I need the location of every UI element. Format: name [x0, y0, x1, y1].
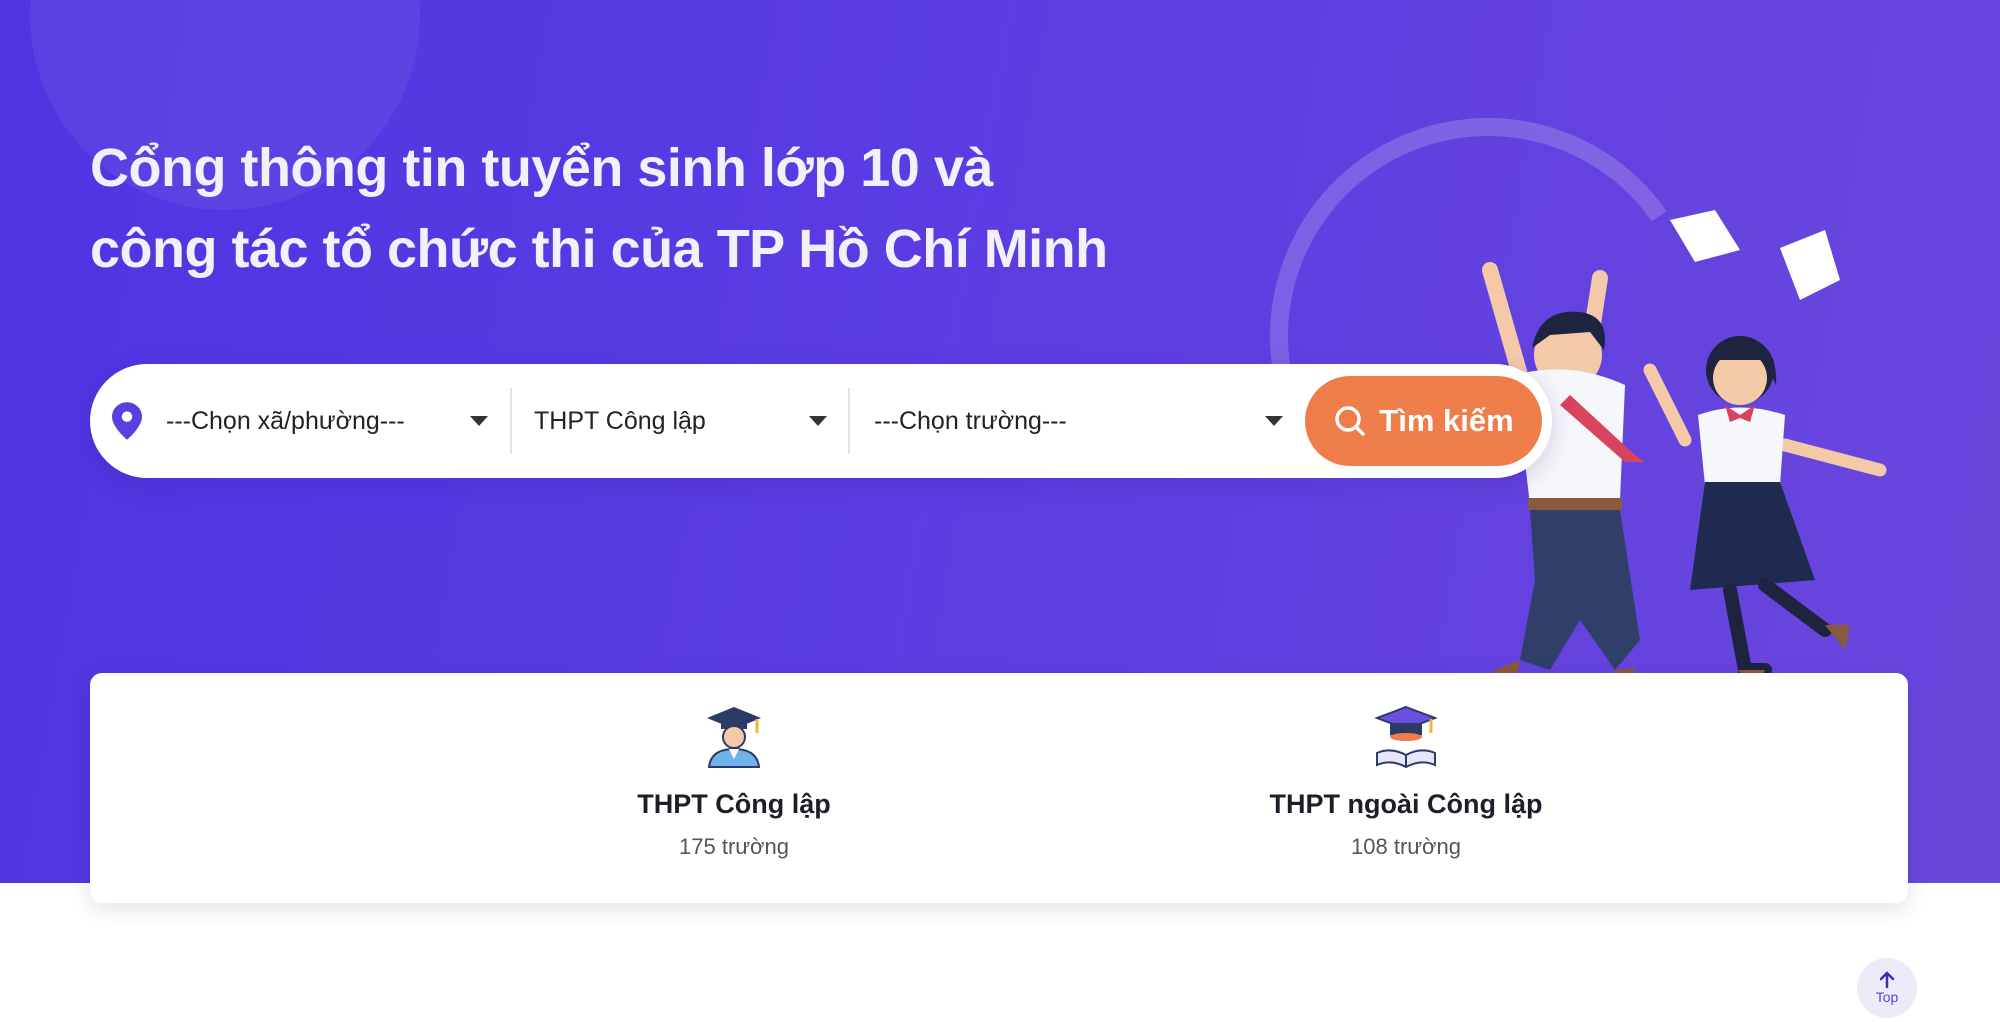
category-count: 108 trường — [1351, 834, 1461, 859]
search-icon — [1335, 406, 1366, 436]
category-private-schools[interactable]: THPT ngoài Công lập 108 trường — [1156, 703, 1656, 860]
chevron-down-icon[interactable] — [470, 416, 488, 426]
back-to-top-label: Top — [1875, 989, 1899, 1005]
page-title: Cổng thông tin tuyển sinh lớp 10 và công… — [90, 128, 1190, 290]
category-public-schools[interactable]: THPT Công lập 175 trường — [484, 703, 984, 860]
graduation-cap-book-icon — [1374, 705, 1438, 769]
divider — [848, 388, 850, 454]
ward-select-value: ---Chọn xã/phường--- — [166, 406, 405, 435]
title-line-2: công tác tổ chức thi của TP Hồ Chí Minh — [90, 219, 1108, 279]
chevron-down-icon[interactable] — [1265, 416, 1283, 426]
back-to-top-button[interactable]: Top — [1857, 958, 1917, 1018]
school-type-select-value: THPT Công lập — [534, 406, 706, 435]
search-bar: ---Chọn xã/phường--- THPT Công lập ---Ch… — [90, 364, 1552, 478]
search-button-label: Tìm kiếm — [1379, 403, 1514, 438]
school-select-value: ---Chọn trường--- — [874, 406, 1067, 435]
category-label: THPT ngoài Công lập — [1269, 789, 1543, 819]
search-button[interactable]: Tìm kiếm — [1305, 376, 1542, 466]
arrow-up-icon — [1879, 971, 1895, 989]
school-type-select[interactable]: THPT Công lập — [534, 386, 854, 456]
category-label: THPT Công lập — [637, 789, 831, 819]
title-line-1: Cổng thông tin tuyển sinh lớp 10 và — [90, 138, 993, 198]
school-select[interactable]: ---Chọn trường--- — [874, 386, 1304, 456]
location-pin-icon — [112, 402, 142, 440]
chevron-down-icon[interactable] — [809, 416, 827, 426]
divider — [510, 388, 512, 454]
school-categories-card: THPT Công lập 175 trường THPT ngoài Công… — [90, 673, 1908, 903]
category-count: 175 trường — [679, 834, 789, 859]
graduate-student-icon — [707, 707, 761, 768]
